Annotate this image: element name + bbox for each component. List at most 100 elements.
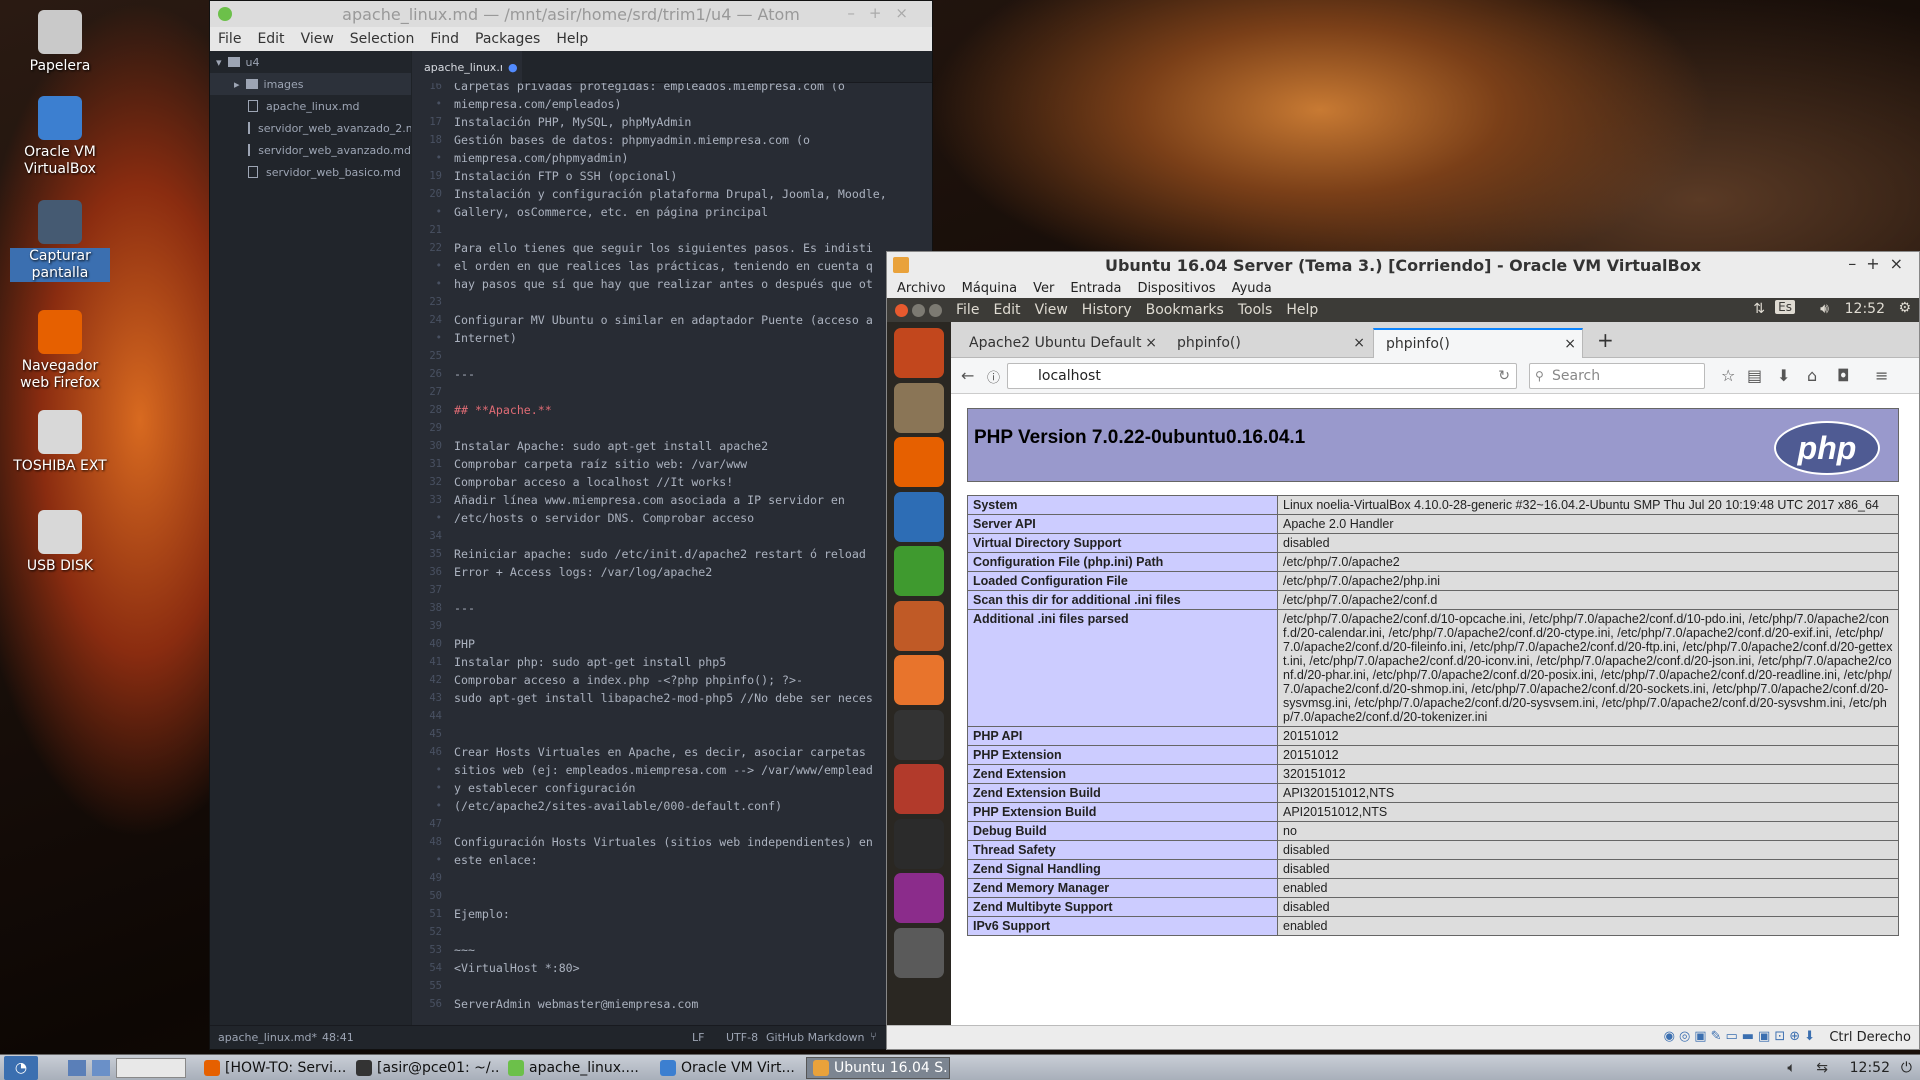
- desktop-icon[interactable]: TOSHIBA EXT: [10, 410, 110, 475]
- pocket-icon[interactable]: ◘: [1837, 366, 1850, 385]
- menu-hamburger-icon[interactable]: ≡: [1875, 366, 1888, 385]
- code-line[interactable]: Para ello tienes que seguir los siguient…: [454, 239, 873, 257]
- code-line[interactable]: Comprobar acceso a index.php -<?php phpi…: [454, 671, 803, 689]
- ubuntu-menu-file[interactable]: File: [956, 302, 979, 318]
- power-icon[interactable]: ⏻: [1901, 1060, 1912, 1076]
- tree-file[interactable]: apache_linux.md: [210, 95, 411, 117]
- code-line[interactable]: Reiniciar apache: sudo /etc/init.d/apach…: [454, 545, 866, 563]
- status-file[interactable]: apache_linux.md*: [218, 1031, 317, 1044]
- menu-edit[interactable]: Edit: [249, 31, 292, 47]
- network-icon[interactable]: ⇅: [1753, 301, 1765, 317]
- status-cursor-position[interactable]: 48:41: [322, 1031, 354, 1044]
- files-icon[interactable]: [894, 382, 944, 433]
- close-icon[interactable]: ×: [1145, 335, 1157, 351]
- terminal-icon[interactable]: [894, 818, 944, 869]
- tab-apache-linux[interactable]: apache_linux.md ●: [412, 51, 522, 83]
- taskbar-window-button[interactable]: [asir@pce01: ~/...: [350, 1057, 498, 1079]
- code-line[interactable]: ## **Apache.**: [454, 401, 552, 419]
- downloads-icon[interactable]: ⬇: [1777, 366, 1790, 385]
- tray-icons[interactable]: 🔈︎ ⇆: [1787, 1060, 1836, 1076]
- virtualbox-titlebar[interactable]: Ubuntu 16.04 Server (Tema 3.) [Corriendo…: [887, 252, 1919, 278]
- code-line[interactable]: ---: [454, 365, 475, 383]
- code-line[interactable]: Error + Access logs: /var/log/apache2: [454, 563, 712, 581]
- tree-root[interactable]: ▾ u4: [210, 51, 411, 73]
- minimize-icon[interactable]: [912, 303, 925, 317]
- ubuntu-menu-bookmarks[interactable]: Bookmarks: [1146, 302, 1224, 318]
- menu-packages[interactable]: Packages: [467, 31, 548, 47]
- code-line[interactable]: Comprobar carpeta raíz sitio web: /var/w…: [454, 455, 747, 473]
- bookmarks-library-icon[interactable]: ▤: [1747, 366, 1762, 385]
- code-line[interactable]: Comprobar acceso a localhost //It works!: [454, 473, 733, 491]
- search-input[interactable]: ⚲ Search: [1529, 363, 1705, 389]
- impress-icon[interactable]: [894, 600, 944, 651]
- code-line[interactable]: Gestión bases de datos: phpmyadmin.miemp…: [454, 131, 810, 149]
- tab-phpinfo-active[interactable]: phpinfo() ×: [1373, 328, 1583, 358]
- settings-icon[interactable]: [894, 764, 944, 814]
- code-line[interactable]: (/etc/apache2/sites-available/000-defaul…: [454, 797, 782, 815]
- code-line[interactable]: Carpetas privadas protegidas: empleados.…: [454, 83, 845, 95]
- tree-folder-images[interactable]: ▸ images: [210, 73, 411, 95]
- desktop-icon[interactable]: Oracle VM VirtualBox: [10, 96, 110, 178]
- code-area[interactable]: Carpetas privadas protegidas: empleados.…: [454, 83, 932, 1025]
- ubuntu-dash-icon[interactable]: [894, 328, 944, 378]
- code-line[interactable]: Configurar MV Ubuntu o similar en adapta…: [454, 311, 873, 329]
- vbox-menu-item[interactable]: Ver: [1033, 281, 1054, 296]
- software-center-icon[interactable]: [894, 655, 944, 705]
- code-line[interactable]: PHP: [454, 635, 475, 653]
- text-editor[interactable]: 16 • 17 18 • 19 20 • 21 22 • • 23 24 • 25 26 27 28 29 30 31 32…: [412, 83, 932, 1025]
- show-desktop-icon[interactable]: [68, 1059, 86, 1076]
- taskbar-window-button[interactable]: Ubuntu 16.04 S...: [806, 1056, 950, 1079]
- status-grammar[interactable]: GitHub Markdown: [766, 1031, 864, 1044]
- desktop-icon[interactable]: Capturar pantalla: [10, 200, 110, 282]
- ubuntu-menu-tools[interactable]: Tools: [1238, 302, 1273, 318]
- code-line[interactable]: <VirtualHost *:80>: [454, 959, 580, 977]
- menu-file[interactable]: File: [210, 31, 249, 47]
- ubuntu-menu-view[interactable]: View: [1035, 302, 1068, 318]
- code-line[interactable]: Instalación FTP o SSH (opcional): [454, 167, 677, 185]
- tree-file[interactable]: servidor_web_avanzado.md: [210, 139, 411, 161]
- code-line[interactable]: sitios web (ej: empleados.miempresa.com …: [454, 761, 873, 779]
- code-line[interactable]: Instalar php: sudo apt-get install php5: [454, 653, 726, 671]
- code-line[interactable]: miempresa.com/empleados): [454, 95, 622, 113]
- code-line[interactable]: /etc/hosts o servidor DNS. Comprobar acc…: [454, 509, 754, 527]
- vbox-menu-item[interactable]: Entrada: [1070, 281, 1121, 296]
- keyboard-layout[interactable]: Es: [1775, 300, 1795, 314]
- atom-tree-view[interactable]: ▾ u4 ▸ images apache_linux.md servidor_we…: [210, 51, 411, 1025]
- close-icon[interactable]: [895, 303, 908, 317]
- menu-help[interactable]: Help: [548, 31, 596, 47]
- url-bar[interactable]: localhost ↻: [1007, 363, 1517, 389]
- taskbar-window-button[interactable]: Oracle VM Virt...: [654, 1057, 802, 1079]
- code-line[interactable]: Instalar Apache: sudo apt-get install ap…: [454, 437, 768, 455]
- close-icon[interactable]: ×: [1353, 335, 1365, 351]
- vbox-menu-item[interactable]: Dispositivos: [1137, 281, 1215, 296]
- code-line[interactable]: miempresa.com/phpmyadmin): [454, 149, 629, 167]
- code-line[interactable]: Gallery, osCommerce, etc. en página prin…: [454, 203, 768, 221]
- code-line[interactable]: Configuración Hosts Virtuales (sitios we…: [454, 833, 873, 851]
- code-line[interactable]: este enlace:: [454, 851, 538, 869]
- code-line[interactable]: Crear Hosts Virtuales en Apache, es deci…: [454, 743, 866, 761]
- taskbar-window-button[interactable]: apache_linux....: [502, 1057, 650, 1079]
- amazon-icon[interactable]: [894, 709, 944, 760]
- status-encoding[interactable]: UTF-8: [726, 1031, 758, 1044]
- writer-icon[interactable]: [894, 491, 944, 542]
- bookmark-star-icon[interactable]: ☆: [1721, 366, 1735, 385]
- gear-icon[interactable]: ⚙: [1898, 300, 1911, 316]
- atom-window[interactable]: apache_linux.md — /mnt/asir/home/srd/tri…: [209, 0, 933, 1050]
- code-line[interactable]: Ejemplo:: [454, 905, 510, 923]
- code-line[interactable]: el orden en que realices las prácticas, …: [454, 257, 873, 275]
- reload-icon[interactable]: ↻: [1498, 368, 1510, 384]
- info-icon[interactable]: ⓘ: [987, 367, 1000, 386]
- ubuntu-clock[interactable]: 12:52: [1845, 301, 1885, 317]
- menu-view[interactable]: View: [293, 31, 342, 47]
- vbox-menu-item[interactable]: Archivo: [897, 281, 946, 296]
- ubuntu-menu-history[interactable]: History: [1082, 302, 1132, 318]
- tree-file[interactable]: servidor_web_basico.md: [210, 161, 411, 183]
- window-controls[interactable]: –+×: [1848, 254, 1913, 273]
- start-menu-icon[interactable]: ◔: [4, 1055, 38, 1080]
- back-icon[interactable]: ←: [961, 366, 974, 385]
- menu-selection[interactable]: Selection: [342, 31, 423, 47]
- window-controls[interactable]: –+×: [847, 4, 922, 22]
- ubuntu-menu-edit[interactable]: Edit: [993, 302, 1020, 318]
- home-icon[interactable]: ⌂: [1807, 366, 1817, 385]
- menu-find[interactable]: Find: [422, 31, 467, 47]
